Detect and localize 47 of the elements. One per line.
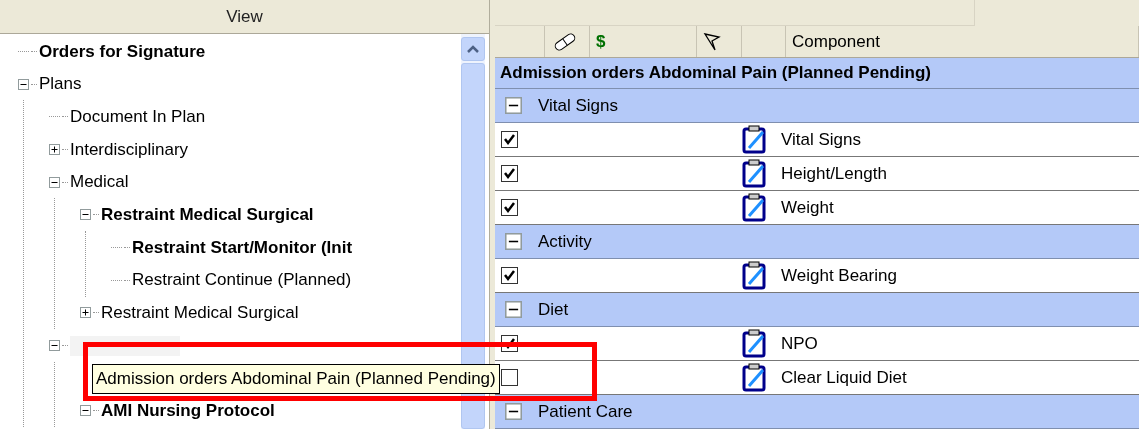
collapse-icon[interactable]	[49, 176, 60, 188]
order-name: Weight Bearing	[781, 264, 897, 287]
tree-item[interactable]: Medical	[70, 169, 129, 195]
tree-item[interactable]: Restraint Medical Surgical	[101, 300, 299, 326]
checkmark-icon	[503, 201, 516, 214]
group-label: Activity	[538, 230, 592, 253]
collapse-icon[interactable]	[505, 233, 522, 250]
checkmark-icon	[503, 167, 516, 180]
order-name: NPO	[781, 332, 818, 355]
checkbox[interactable]	[501, 131, 518, 148]
collapse-icon[interactable]	[505, 97, 522, 114]
column-header[interactable]: Component	[786, 26, 1139, 58]
collapse-icon[interactable]	[80, 209, 91, 221]
flag-icon	[703, 31, 721, 52]
expand-icon[interactable]	[49, 143, 60, 155]
checkmark-icon	[503, 269, 516, 282]
collapse-icon[interactable]	[49, 340, 60, 352]
tree-item[interactable]: AMI Nursing Protocol	[101, 398, 275, 424]
order-name: Weight	[781, 196, 834, 219]
group-label: Patient Care	[538, 400, 633, 423]
checkbox[interactable]	[501, 199, 518, 216]
tree-item[interactable]: Orders for Signature	[39, 38, 206, 65]
collapse-icon[interactable]	[18, 78, 29, 90]
scroll-up-button[interactable]	[461, 37, 485, 61]
group-label: Diet	[538, 298, 569, 321]
order-name: Vital Signs	[781, 128, 861, 151]
column-header[interactable]: $	[590, 26, 697, 58]
checkbox[interactable]	[501, 267, 518, 284]
expand-icon[interactable]	[80, 307, 91, 319]
tree-item[interactable]: Document In Plan	[70, 103, 206, 130]
collapse-icon[interactable]	[80, 405, 91, 417]
order-name: Height/Length	[781, 162, 887, 185]
plan-title: Admission orders Abdominal Pain (Planned Pending)	[495, 58, 1139, 89]
caret-up-icon	[467, 45, 479, 53]
collapse-icon[interactable]	[505, 403, 522, 420]
checkbox[interactable]	[501, 369, 518, 386]
tree-item[interactable]: Interdisciplinary	[70, 136, 189, 163]
group-label: Vital Signs	[538, 94, 618, 117]
tree-item[interactable]: Restraint Continue (Planned)	[132, 267, 352, 293]
order-name: Clear Liquid Diet	[781, 366, 907, 389]
tree-item[interactable]: Restraint Start/Monitor (Init	[132, 234, 353, 261]
checkmark-icon	[503, 133, 516, 146]
tooltip: Admission orders Abdominal Pain (Planned Pending)	[92, 364, 500, 394]
tree-item[interactable]: Plans	[39, 71, 82, 97]
checkbox[interactable]	[501, 165, 518, 182]
tree-item[interactable]: Restraint Medical Surgical	[101, 202, 314, 228]
collapse-icon[interactable]	[505, 301, 522, 318]
